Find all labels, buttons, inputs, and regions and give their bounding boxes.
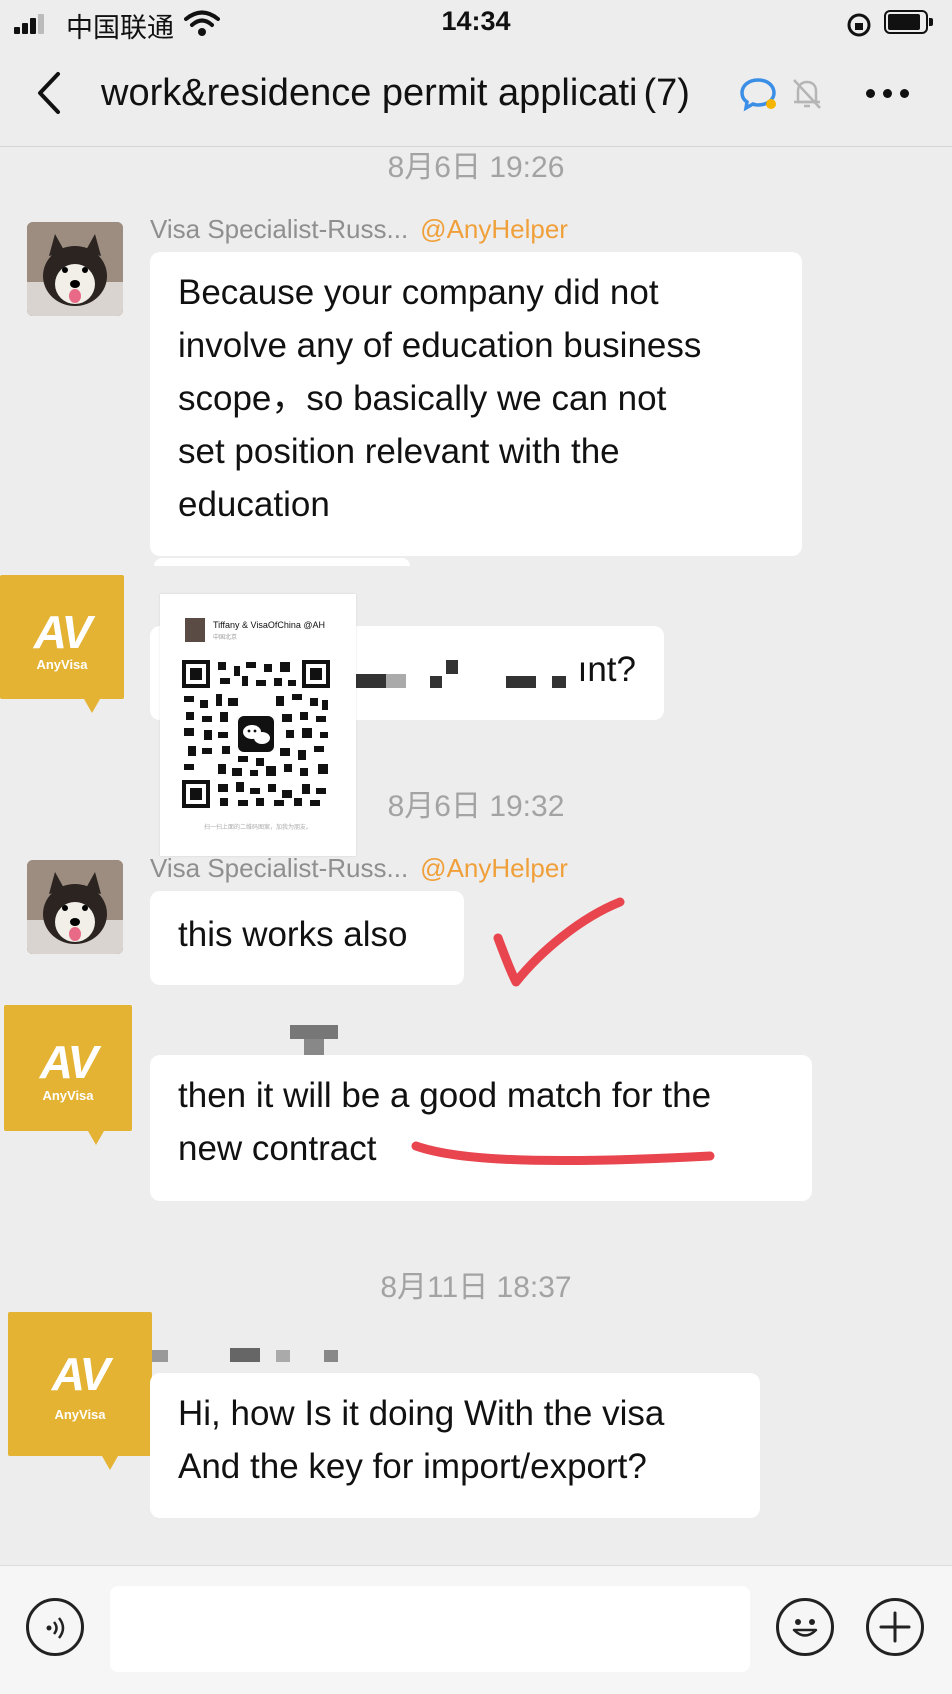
redacted-sender — [152, 1348, 342, 1364]
member-count: (7) — [643, 72, 690, 114]
chat-title: work&residence permit applicati (7) — [101, 72, 690, 115]
emoji-icon — [792, 1619, 818, 1637]
avatar-anyvisa[interactable]: AV AnyVisa — [4, 1005, 132, 1131]
message-bubble[interactable]: this works also — [150, 891, 464, 985]
sender-name: Visa Specialist-Russ... — [150, 853, 409, 883]
emoji-button[interactable] — [776, 1598, 834, 1656]
plus-icon — [879, 1611, 911, 1643]
message-line: And the key for import/export? — [178, 1447, 647, 1486]
message-line: involve any of education business — [178, 326, 702, 365]
message-line: set position relevant with the — [178, 432, 620, 471]
message-line: education — [178, 485, 330, 524]
message-input[interactable] — [110, 1586, 750, 1672]
voice-button[interactable] — [26, 1598, 84, 1656]
redaction-marks — [356, 656, 566, 690]
sender-name: Visa Specialist-Russ... — [150, 214, 409, 244]
rotation-lock-icon — [847, 13, 871, 37]
timestamp: 8月6日 19:32 — [387, 790, 565, 823]
message-bubble[interactable]: then it will be a good match for the new… — [150, 1055, 812, 1201]
anyvisa-logo-word: AnyVisa — [42, 1088, 94, 1104]
anyvisa-logo-mark: AV — [33, 605, 93, 658]
status-bar: 中国联通 14:34 — [0, 0, 952, 48]
avatar-tail — [88, 1131, 104, 1145]
message-bubble[interactable]: Hi, how Is it doing With the visa And th… — [150, 1373, 760, 1518]
anyvisa-logo-mark: AV — [39, 1036, 99, 1089]
redacted-sender — [290, 1025, 338, 1057]
avatar-tail — [84, 699, 100, 713]
anyvisa-logo-word: AnyVisa — [36, 656, 88, 672]
sender-line: Visa Specialist-Russ... @AnyHelper — [150, 214, 568, 245]
message-line: this works also — [178, 915, 408, 954]
avatar-anyvisa[interactable]: AV AnyVisa — [8, 1312, 152, 1456]
mention-tag[interactable]: @AnyHelper — [420, 853, 568, 883]
timestamp: 8月11日 18:37 — [380, 1271, 572, 1304]
back-icon[interactable] — [34, 70, 64, 116]
chat-header: work&residence permit applicati (7) — [0, 48, 952, 147]
input-bar — [0, 1565, 952, 1694]
red-underline-annotation — [411, 1141, 715, 1166]
message-line: Because your company did not — [178, 273, 659, 312]
group-chat-icon — [740, 78, 776, 112]
anyvisa-logo-word: AnyVisa — [54, 1407, 106, 1423]
card-avatar — [185, 618, 205, 642]
message-line: then it will be a good match for the — [178, 1076, 712, 1115]
more-button[interactable] — [864, 84, 912, 104]
mute-bell-icon — [793, 79, 821, 109]
battery-icon — [884, 10, 934, 36]
sender-line: Visa Specialist-Russ... @AnyHelper — [150, 853, 568, 884]
message-fragment: ınt? — [577, 650, 636, 689]
message-bubble[interactable]: Because your company did not involve any… — [150, 252, 802, 556]
message-line: Hi, how Is it doing With the visa — [178, 1394, 665, 1433]
voice-icon — [46, 1617, 65, 1639]
avatar-anyvisa[interactable]: AV AnyVisa — [0, 575, 124, 699]
message-line: scope，so basically we can not — [178, 379, 667, 418]
avatar-tail — [102, 1456, 118, 1470]
avatar-dog[interactable] — [27, 860, 123, 954]
chat-title-text: work&residence permit applicati — [101, 72, 638, 114]
red-checkmark-annotation — [493, 897, 625, 987]
status-time: 14:34 — [441, 6, 511, 36]
card-subtitle: 中国北京 — [213, 635, 238, 641]
mention-tag[interactable]: @AnyHelper — [420, 214, 568, 244]
card-title: Tiffany & VisaOfChina @AH — [213, 620, 326, 630]
avatar-dog[interactable] — [27, 222, 123, 316]
plus-button[interactable] — [866, 1598, 924, 1656]
timestamp: 8月6日 19:26 — [387, 151, 565, 184]
anyvisa-logo-mark: AV — [51, 1347, 111, 1400]
partial-bubble — [154, 558, 410, 566]
